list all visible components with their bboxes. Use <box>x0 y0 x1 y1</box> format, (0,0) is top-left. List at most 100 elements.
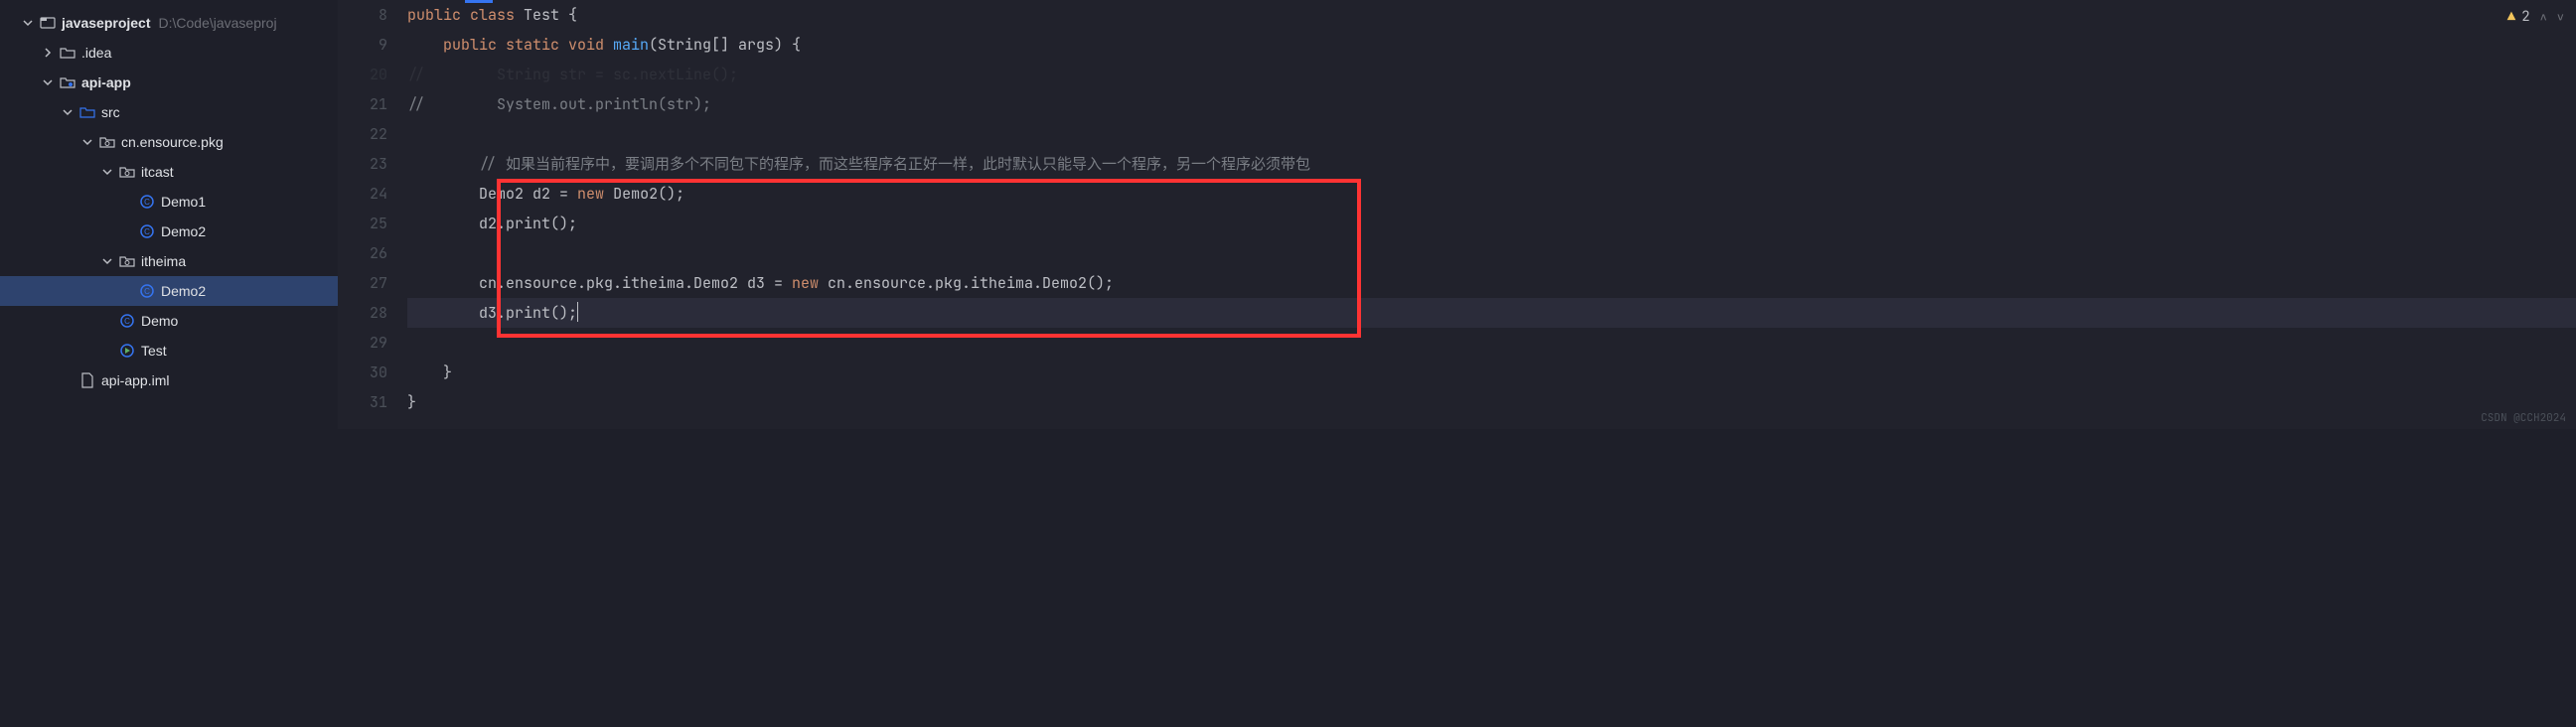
tree-item-itheima[interactable]: itheima <box>0 246 338 276</box>
code-line[interactable]: } <box>407 387 2576 417</box>
line-number[interactable]: 22 <box>338 119 387 149</box>
tree-item-api-app[interactable]: api-app <box>0 68 338 97</box>
package-icon <box>99 134 115 150</box>
token-plain: cn.ensource.pkg.itheima.Demo2 d3 = <box>479 273 792 293</box>
package-icon <box>119 253 135 269</box>
class-icon: C <box>139 194 155 210</box>
code-line[interactable]: // String str = sc.nextLine(); <box>407 60 2576 89</box>
code-line[interactable]: Demo2 d2 = new Demo2(); <box>407 179 2576 209</box>
package-icon <box>119 164 135 180</box>
tree-item-demo2[interactable]: CDemo2 <box>0 217 338 246</box>
line-number[interactable]: 24 <box>338 179 387 209</box>
code-line[interactable]: d3.print(); <box>407 298 2576 328</box>
token-kw: new <box>577 184 613 204</box>
code-line[interactable]: // 如果当前程序中，要调用多个不同包下的程序，而这些程序名正好一样，此时默认只… <box>407 149 2576 179</box>
chevron-down-icon[interactable] <box>20 15 36 31</box>
tree-item-itcast[interactable]: itcast <box>0 157 338 187</box>
tree-item-label: api-app.iml <box>101 372 169 388</box>
token-indent <box>407 363 443 382</box>
token-indent <box>407 154 479 174</box>
svg-text:C: C <box>144 198 150 207</box>
token-comment: // String str = sc.nextLine(); <box>407 65 738 84</box>
line-number[interactable]: 23 <box>338 149 387 179</box>
token-plain: d3.print(); <box>479 303 577 323</box>
line-number[interactable]: 29 <box>338 328 387 358</box>
tree-item-demo[interactable]: CDemo <box>0 306 338 336</box>
tree-item-api-app-iml[interactable]: api-app.iml <box>0 365 338 395</box>
tree-item-cn-ensource-pkg[interactable]: cn.ensource.pkg <box>0 127 338 157</box>
token-kw: public static void <box>443 35 613 55</box>
tree-item-demo2[interactable]: C Demo2 <box>0 276 338 306</box>
token-plain: { <box>559 5 577 25</box>
token-indent <box>407 303 479 323</box>
code-line[interactable]: } <box>407 358 2576 387</box>
token-method: main <box>613 35 649 55</box>
tree-item-demo1[interactable]: C Demo1 <box>0 187 338 217</box>
code-line[interactable]: public static void main(String[] args) { <box>407 30 2576 60</box>
code-line[interactable]: d2.print(); <box>407 209 2576 238</box>
code-area[interactable]: public class Test { public static void m… <box>407 0 2576 429</box>
line-gutter[interactable]: 89202122232425262728293031 <box>338 0 407 429</box>
tree-item-label: Demo1 <box>161 194 206 210</box>
watermark: CSDN @CCH2024 <box>2481 411 2566 425</box>
token-plain: cn.ensource.pkg.itheima.Demo2(); <box>828 273 1114 293</box>
line-number[interactable]: 31 <box>338 387 387 417</box>
chevron-spacer <box>119 283 135 299</box>
line-number[interactable]: 27 <box>338 268 387 298</box>
token-kw: public class <box>407 5 524 25</box>
token-indent <box>407 35 443 55</box>
chevron-down-icon[interactable] <box>99 164 115 180</box>
token-cls: Test <box>524 5 559 25</box>
folder-src-icon <box>79 104 95 120</box>
line-number[interactable]: 20 <box>338 60 387 89</box>
chevron-spacer <box>60 372 76 388</box>
file-icon <box>79 372 95 388</box>
tree-item-label: .idea <box>81 45 111 61</box>
chevron-right-icon[interactable] <box>40 45 56 61</box>
project-sidebar[interactable]: javaseproject D:\Code\javaseproj .idea ap… <box>0 0 338 429</box>
chevron-down-icon[interactable] <box>99 253 115 269</box>
line-number[interactable]: 26 <box>338 238 387 268</box>
line-number[interactable]: 9 <box>338 30 387 60</box>
class-icon: C <box>139 283 155 299</box>
chevron-spacer <box>99 343 115 359</box>
token-indent <box>407 184 479 204</box>
line-number[interactable]: 30 <box>338 358 387 387</box>
tree-item-test[interactable]: Test <box>0 336 338 365</box>
tree-item-label: cn.ensource.pkg <box>121 134 224 150</box>
code-line[interactable] <box>407 238 2576 268</box>
token-plain: } <box>407 392 416 412</box>
svg-text:C: C <box>144 287 150 296</box>
project-icon <box>40 15 56 31</box>
token-cls: Demo2 <box>479 184 524 204</box>
tree-item-label: Test <box>141 343 167 359</box>
token-kw: new <box>792 273 828 293</box>
project-name: javaseproject <box>62 15 151 31</box>
chevron-down-icon[interactable] <box>60 104 76 120</box>
project-root[interactable]: javaseproject D:\Code\javaseproj <box>0 8 338 38</box>
chevron-spacer <box>99 313 115 329</box>
code-line[interactable] <box>407 119 2576 149</box>
tree-item-label: itcast <box>141 164 174 180</box>
chevron-down-icon[interactable] <box>40 74 56 90</box>
tree-item-src[interactable]: src <box>0 97 338 127</box>
line-number[interactable]: 25 <box>338 209 387 238</box>
tree-item--idea[interactable]: .idea <box>0 38 338 68</box>
tree-item-label: src <box>101 104 120 120</box>
project-path: D:\Code\javaseproj <box>159 15 277 31</box>
line-number[interactable]: 8 <box>338 0 387 30</box>
code-line[interactable]: // System.out.println(str); <box>407 89 2576 119</box>
tree-item-label: Demo2 <box>161 283 206 299</box>
token-plain: } <box>443 363 452 382</box>
code-line[interactable]: cn.ensource.pkg.itheima.Demo2 d3 = new c… <box>407 268 2576 298</box>
token-comment-zh: // 如果当前程序中，要调用多个不同包下的程序，而这些程序名正好一样，此时默认只… <box>479 154 1310 174</box>
code-editor[interactable]: ▲ 2 ∧ ∨ 89202122232425262728293031 publi… <box>338 0 2576 429</box>
line-number[interactable]: 28 <box>338 298 387 328</box>
line-number[interactable]: 21 <box>338 89 387 119</box>
code-line[interactable] <box>407 328 2576 358</box>
chevron-spacer <box>119 223 135 239</box>
token-comment: // System.out.println(str); <box>407 94 711 114</box>
code-line[interactable]: public class Test { <box>407 0 2576 30</box>
chevron-down-icon[interactable] <box>79 134 95 150</box>
token-plain: (); <box>658 184 684 204</box>
